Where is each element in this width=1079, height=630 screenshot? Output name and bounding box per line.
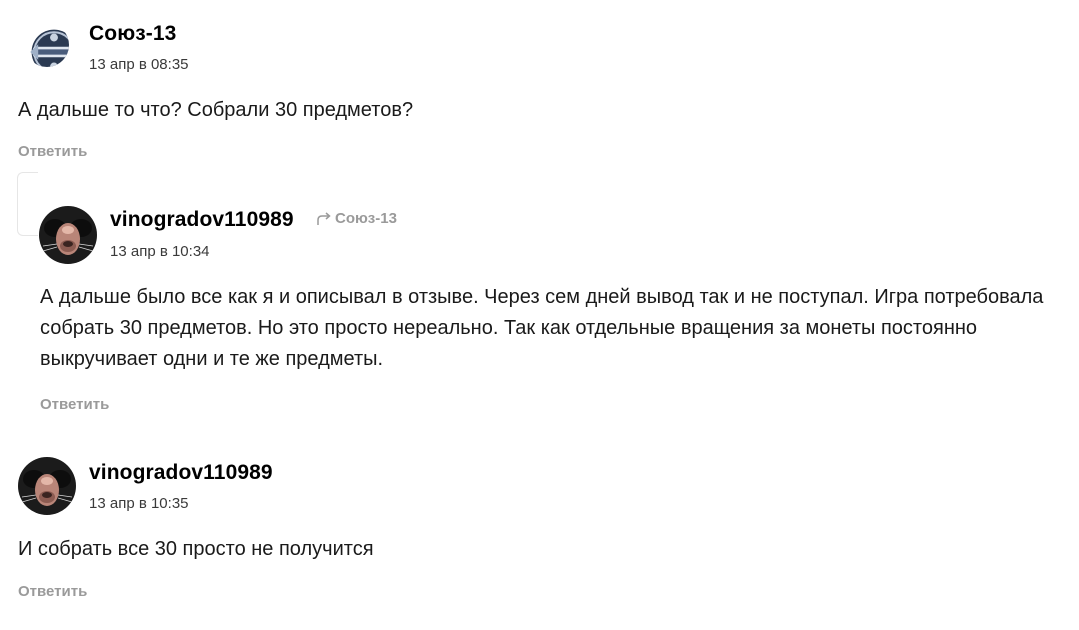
avatar-raccoon-icon bbox=[39, 206, 97, 264]
comment-date: 13 апр в 10:35 bbox=[89, 495, 189, 512]
comment-date: 13 апр в 10:34 bbox=[110, 243, 210, 260]
avatar-emblem-icon bbox=[25, 23, 69, 67]
avatar[interactable] bbox=[18, 457, 76, 515]
avatar-raccoon-icon bbox=[18, 457, 76, 515]
reply-button[interactable]: Ответить bbox=[18, 143, 87, 160]
reply-to-link[interactable]: Союз-13 bbox=[316, 210, 397, 227]
comment-author[interactable]: vinogradov110989 bbox=[110, 208, 294, 232]
comment-text: А дальше то что? Собрали 30 предметов? bbox=[18, 99, 414, 121]
thread-connector bbox=[17, 172, 38, 236]
reply-button[interactable]: Ответить bbox=[40, 396, 109, 413]
comment-text: А дальше было все как я и описывал в отз… bbox=[40, 286, 1044, 370]
reply-to-author[interactable]: Союз-13 bbox=[335, 210, 397, 227]
comment-text: И собрать все 30 просто не получится bbox=[18, 538, 374, 560]
comment-author[interactable]: Союз-13 bbox=[89, 22, 176, 46]
comment-author[interactable]: vinogradov110989 bbox=[89, 461, 273, 485]
avatar[interactable] bbox=[39, 206, 97, 264]
avatar[interactable] bbox=[25, 23, 69, 67]
reply-arrow-icon bbox=[317, 211, 331, 225]
reply-button[interactable]: Ответить bbox=[18, 583, 87, 600]
comment-date: 13 апр в 08:35 bbox=[89, 56, 189, 73]
